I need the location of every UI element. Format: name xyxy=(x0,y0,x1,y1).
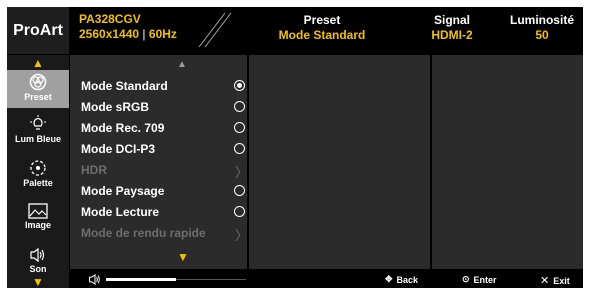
sidebar-item-lum-bleue[interactable]: Lum Bleue xyxy=(7,115,69,144)
menu-item-mode-dci-p3[interactable]: Mode DCI-P3 xyxy=(81,140,246,158)
menu-up-arrow-icon[interactable]: ▲ xyxy=(177,59,187,70)
menu-item-mode-lecture[interactable]: Mode Lecture xyxy=(81,203,246,221)
radio-icon[interactable] xyxy=(234,101,245,112)
header-preset-label: Preset xyxy=(303,13,341,27)
refresh-rate: 60Hz xyxy=(148,27,177,41)
divider-slash-icon xyxy=(198,12,232,48)
sidebar: ▲ Preset Lum Bleue Palette Image Son ▼ xyxy=(7,55,69,289)
back-button[interactable]: ✥ Back xyxy=(385,274,418,285)
enter-label: Enter xyxy=(473,274,497,285)
monitor-info: PA328CGV 2560x1440 | 60Hz xyxy=(79,12,177,42)
menu-item-mode-standard[interactable]: Mode Standard xyxy=(81,77,246,95)
header-luminosity-value: 50 xyxy=(535,28,549,42)
enter-button[interactable]: ⊙ Enter xyxy=(462,274,497,285)
sidebar-down-arrow-icon[interactable]: ▼ xyxy=(7,275,69,289)
menu-item-mode-paysage[interactable]: Mode Paysage xyxy=(81,182,246,200)
brand-logo: ProArt xyxy=(7,7,69,54)
exit-button[interactable]: ✕ Exit xyxy=(540,274,570,287)
radio-icon[interactable] xyxy=(234,143,245,154)
menu-down-arrow-icon[interactable]: ▼ xyxy=(177,250,189,264)
exit-label: Exit xyxy=(553,275,570,286)
chevron-right-icon: 〉 xyxy=(235,228,249,243)
menu-item-label: Mode sRGB xyxy=(81,100,150,114)
volume-icon xyxy=(89,273,100,286)
footer-bar: ✥ Back ⊙ Enter ✕ Exit xyxy=(70,271,583,288)
image-icon xyxy=(28,203,48,219)
radio-icon[interactable] xyxy=(234,185,245,196)
palette-circles-icon xyxy=(29,73,47,91)
menu-item-label: Mode Paysage xyxy=(81,184,165,198)
menu-item-mode-rendu-rapide[interactable]: Mode de rendu rapide 〉 xyxy=(81,224,249,243)
header-signal: Signal HDMI-2 xyxy=(417,13,487,43)
sidebar-item-label: Palette xyxy=(23,178,53,188)
header-luminosity-label: Luminosité xyxy=(509,13,574,27)
sidebar-item-palette[interactable]: Palette xyxy=(7,159,69,188)
osd-menu: ProArt PA328CGV 2560x1440 | 60Hz Preset … xyxy=(7,7,583,289)
detail-panel xyxy=(432,55,583,269)
sidebar-item-label: Image xyxy=(24,220,51,230)
header-signal-value: HDMI-2 xyxy=(431,28,473,42)
submenu-panel xyxy=(249,55,430,269)
volume-slider[interactable] xyxy=(106,278,246,281)
radio-icon[interactable] xyxy=(234,122,245,133)
back-label: Back xyxy=(396,274,419,285)
joystick-move-icon: ✥ xyxy=(385,274,393,284)
header-preset: Preset Mode Standard xyxy=(252,13,392,43)
menu-item-label: Mode DCI-P3 xyxy=(81,142,156,156)
color-wheel-icon xyxy=(30,160,46,176)
sidebar-item-label: Son xyxy=(29,264,47,274)
resolution: 2560x1440 xyxy=(79,27,140,41)
menu-item-label: Mode Lecture xyxy=(81,205,160,219)
sidebar-up-arrow-icon[interactable]: ▲ xyxy=(7,56,69,70)
header-preset-value: Mode Standard xyxy=(278,28,366,42)
menu-item-label: Mode de rendu rapide xyxy=(81,226,206,240)
model-name: PA328CGV xyxy=(79,12,141,26)
sidebar-item-image[interactable]: Image xyxy=(7,203,69,230)
sidebar-item-label: Preset xyxy=(24,92,52,102)
separator: | xyxy=(142,27,146,41)
menu-item-mode-rec709[interactable]: Mode Rec. 709 xyxy=(81,119,246,137)
volume-slider-fill xyxy=(106,278,176,281)
sidebar-item-preset[interactable]: Preset xyxy=(7,70,69,108)
menu-item-label: Mode Standard xyxy=(81,79,168,93)
radio-selected-icon[interactable] xyxy=(234,80,245,91)
speaker-icon xyxy=(30,247,45,263)
sidebar-item-label: Lum Bleue xyxy=(14,134,61,144)
radio-icon[interactable] xyxy=(234,206,245,217)
chevron-right-icon: 〉 xyxy=(235,165,249,180)
menu-item-mode-srgb[interactable]: Mode sRGB xyxy=(81,98,246,116)
close-icon: ✕ xyxy=(540,275,550,287)
sidebar-item-son[interactable]: Son xyxy=(7,247,69,274)
header-signal-label: Signal xyxy=(433,13,470,27)
bulb-icon xyxy=(30,115,46,130)
header-luminosity: Luminosité 50 xyxy=(502,13,582,43)
menu-item-label: HDR xyxy=(81,163,107,177)
menu-item-hdr[interactable]: HDR 〉 xyxy=(81,161,249,180)
menu-item-label: Mode Rec. 709 xyxy=(81,121,165,135)
joystick-press-icon: ⊙ xyxy=(462,274,470,284)
